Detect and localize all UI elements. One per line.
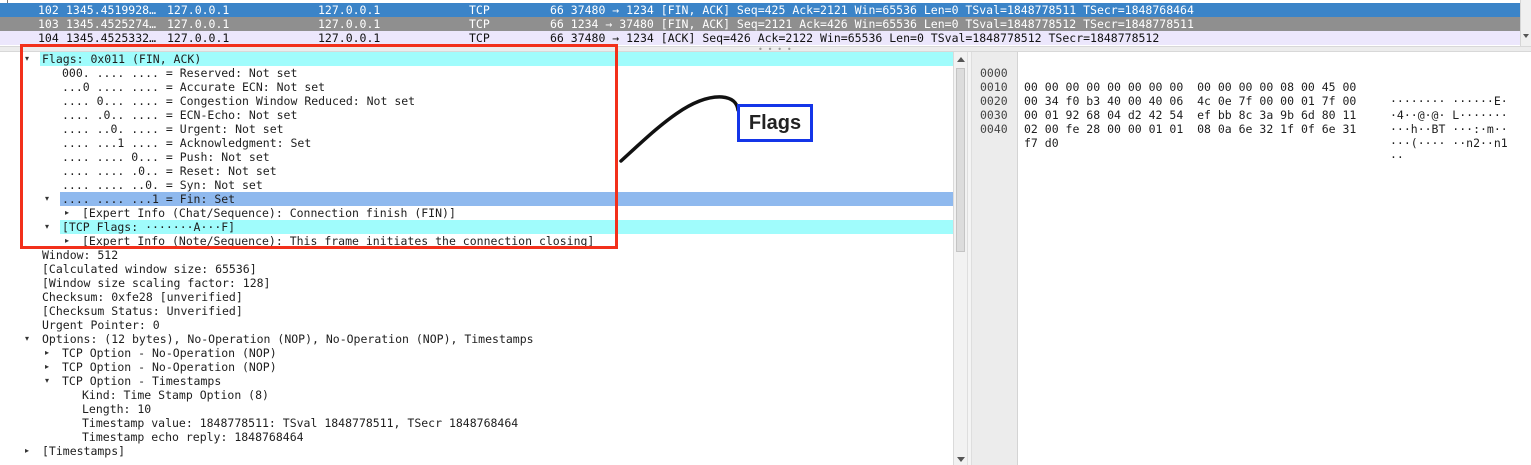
tree-item-label: [Window size scaling factor: 128] (42, 276, 271, 290)
packet-row[interactable]: 104 1345.4525332… 127.0.0.1 127.0.0.1 TC… (0, 31, 1521, 45)
scroll-up-arrow-icon[interactable] (957, 57, 965, 62)
tree-item-label: Timestamp echo reply: 1848768464 (82, 430, 304, 444)
packet-list-scrollbar[interactable] (1520, 0, 1531, 46)
tree-item[interactable]: Window: 512 (0, 248, 953, 262)
bytes-row[interactable]: 0010 00 34 f0 b3 40 00 40 06 4c 0e 7f 00… (972, 66, 1508, 122)
tree-item-label: Options: (12 bytes), No-Operation (NOP),… (42, 332, 534, 346)
tree-item[interactable]: Timestamp value: 1848778511: TSval 18487… (0, 416, 953, 430)
collapse-arrow-icon[interactable]: ▸ (42, 346, 52, 360)
byte-hex[interactable]: 00 00 00 00 00 00 00 00 00 00 00 00 08 0… (1024, 80, 1356, 94)
byte-offset: 0040 (980, 122, 1008, 136)
details-scrollbar[interactable] (953, 52, 967, 465)
tree-item[interactable]: Timestamp echo reply: 1848768464 (0, 430, 953, 444)
packet-list: 102 1345.4519928… 127.0.0.1 127.0.0.1 TC… (0, 0, 1531, 46)
bytes-row[interactable]: 0030 02 00 fe 28 00 00 01 01 08 0a 6e 32… (972, 94, 1508, 150)
packet-source: 127.0.0.1 (167, 31, 230, 45)
scroll-down-arrow-icon[interactable] (957, 457, 965, 462)
packet-info: 66 37480 → 1234 [FIN, ACK] Seq=425 Ack=2… (550, 3, 1194, 17)
packet-source: 127.0.0.1 (167, 3, 230, 17)
byte-ascii[interactable]: ········ ······E· (1390, 94, 1508, 108)
byte-ascii[interactable]: ·· (1390, 150, 1404, 164)
packet-destination: 127.0.0.1 (318, 31, 381, 45)
tree-item-label: Kind: Time Stamp Option (8) (82, 388, 269, 402)
bytes-row[interactable]: 0020 00 01 92 68 04 d2 42 54 ef bb 8c 3a… (972, 80, 1508, 136)
bytes-row[interactable]: 0000 00 00 00 00 00 00 00 00 00 00 00 00… (972, 52, 1508, 108)
packet-destination: 127.0.0.1 (318, 3, 381, 17)
packet-protocol: TCP (469, 31, 490, 45)
byte-hex[interactable]: 02 00 fe 28 00 00 01 01 08 0a 6e 32 1f 0… (1024, 122, 1356, 136)
tree-item-label: Checksum: 0xfe28 [unverified] (42, 290, 243, 304)
packet-no: 104 (38, 31, 59, 45)
scrollbar-thumb[interactable] (956, 68, 965, 252)
tree-item[interactable]: ▸ [Timestamps] (0, 444, 953, 458)
packet-info: 66 37480 → 1234 [ACK] Seq=426 Ack=2122 W… (550, 31, 1160, 45)
tree-item[interactable]: Kind: Time Stamp Option (8) (0, 388, 953, 402)
packet-protocol: TCP (469, 3, 490, 17)
tree-item-label: Urgent Pointer: 0 (42, 318, 160, 332)
byte-ascii[interactable]: ···(···· ··n2··n1 (1390, 136, 1508, 150)
tree-item[interactable]: ▸ TCP Option - No-Operation (NOP) (0, 346, 953, 360)
tree-item[interactable]: Urgent Pointer: 0 (0, 318, 953, 332)
expand-arrow-icon[interactable]: ▾ (22, 332, 32, 346)
expand-arrow-icon[interactable]: ▾ (42, 374, 52, 388)
tree-item-label: Window: 512 (42, 248, 119, 262)
tree-item-label: [Checksum Status: Unverified] (42, 304, 243, 318)
packet-no: 103 (38, 17, 59, 31)
packet-row[interactable]: 103 1345.4525274… 127.0.0.1 127.0.0.1 TC… (0, 17, 1521, 31)
tree-item[interactable]: [Checksum Status: Unverified] (0, 304, 953, 318)
packet-bytes-pane: 0000 00 00 00 00 00 00 00 00 00 00 00 00… (972, 52, 1531, 465)
packet-time: 1345.4525332… (66, 31, 157, 45)
packet-destination: 127.0.0.1 (318, 17, 381, 31)
packet-source: 127.0.0.1 (167, 17, 230, 31)
collapse-arrow-icon[interactable]: ▸ (22, 444, 32, 458)
packet-info: 66 1234 → 37480 [FIN, ACK] Seq=2121 Ack=… (550, 17, 1194, 31)
tree-item-options[interactable]: ▾ Options: (12 bytes), No-Operation (NOP… (0, 332, 953, 346)
tree-item-label: TCP Option - No-Operation (NOP) (62, 346, 277, 360)
byte-ascii[interactable]: ···h··BT ···:·m·· (1390, 122, 1508, 136)
tree-item-label: TCP Option - No-Operation (NOP) (62, 360, 277, 374)
tree-item[interactable]: ▸ TCP Option - No-Operation (NOP) (0, 360, 953, 374)
tree-item[interactable]: [Calculated window size: 65536] (0, 262, 953, 276)
scroll-down-arrow-icon[interactable] (1523, 34, 1529, 38)
annotation-label: Flags (737, 104, 813, 142)
tree-item-label: [Timestamps] (42, 444, 126, 458)
annotation-highlight-box (20, 44, 618, 249)
tree-item-label: Length: 10 (82, 402, 152, 416)
bytes-row[interactable]: 0040 f7 d0 ·· (972, 108, 1404, 164)
tree-item-label: TCP Option - Timestamps (62, 374, 222, 388)
packet-protocol: TCP (469, 17, 490, 31)
packet-time: 1345.4519928… (66, 3, 157, 17)
tree-item[interactable]: ▾ TCP Option - Timestamps (0, 374, 953, 388)
packet-row-selected[interactable]: 102 1345.4519928… 127.0.0.1 127.0.0.1 TC… (0, 3, 1521, 17)
byte-hex[interactable]: f7 d0 (1024, 136, 1059, 150)
tree-item[interactable]: Checksum: 0xfe28 [unverified] (0, 290, 953, 304)
byte-hex[interactable]: 00 01 92 68 04 d2 42 54 ef bb 8c 3a 9b 6… (1024, 108, 1356, 122)
tree-item-label: [Calculated window size: 65536] (42, 262, 257, 276)
collapse-arrow-icon[interactable]: ▸ (42, 360, 52, 374)
tree-item-label: Timestamp value: 1848778511: TSval 18487… (82, 416, 519, 430)
byte-hex[interactable]: 00 34 f0 b3 40 00 40 06 4c 0e 7f 00 00 0… (1024, 94, 1356, 108)
byte-ascii[interactable]: ·4··@·@· L······· (1390, 108, 1508, 122)
tree-item[interactable]: [Window size scaling factor: 128] (0, 276, 953, 290)
packet-no: 102 (38, 3, 59, 17)
tree-item[interactable]: Length: 10 (0, 402, 953, 416)
packet-time: 1345.4525274… (66, 17, 157, 31)
